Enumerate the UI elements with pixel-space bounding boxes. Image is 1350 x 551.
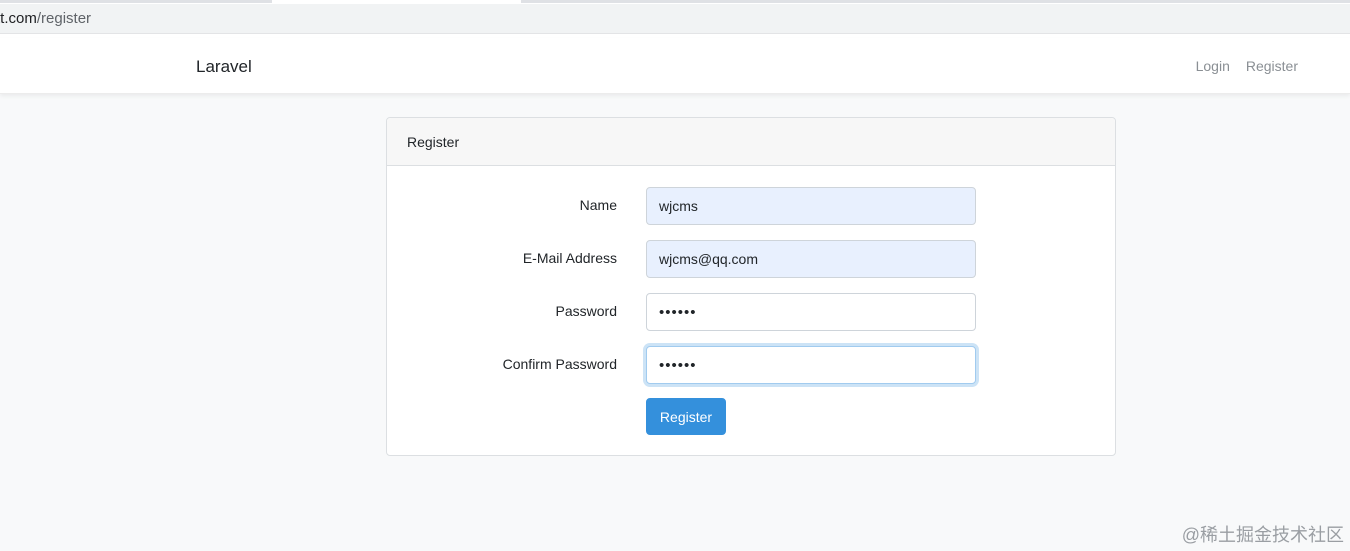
form-row-email: E-Mail Address (387, 240, 1115, 278)
name-input[interactable] (646, 187, 976, 225)
brand-link[interactable]: Laravel (196, 57, 252, 77)
url-field[interactable]: tt.com/register (0, 4, 1350, 34)
url-path: /register (36, 10, 92, 27)
register-button[interactable]: Register (646, 398, 726, 435)
tab-strip-right (521, 0, 1350, 3)
email-label: E-Mail Address (522, 250, 617, 266)
confirm-password-label: Confirm Password (502, 356, 617, 372)
register-card: Register Name E-Mail Address Password Co… (386, 117, 1116, 456)
form-row-confirm-password: Confirm Password (387, 346, 1115, 384)
nav-register-link[interactable]: Register (1246, 58, 1298, 74)
password-label: Password (555, 303, 617, 319)
top-navbar: Laravel Login Register (0, 38, 1350, 94)
nav-login-link[interactable]: Login (1196, 58, 1230, 74)
watermark: @稀土掘金技术社区 (1181, 525, 1344, 545)
password-input[interactable] (646, 293, 976, 331)
url-host: tt.com (0, 10, 37, 27)
browser-address-bar: tt.com/register (0, 0, 1350, 38)
nav-links: Login Register (1196, 58, 1298, 74)
form-row-name: Name (387, 187, 1115, 225)
form-row-password: Password (387, 293, 1115, 331)
confirm-password-input[interactable] (646, 346, 976, 384)
email-input[interactable] (646, 240, 976, 278)
card-header: Register (387, 118, 1115, 166)
url-text[interactable]: tt.com/register (0, 10, 91, 27)
tab-strip-left (0, 0, 272, 3)
name-label: Name (579, 197, 617, 213)
